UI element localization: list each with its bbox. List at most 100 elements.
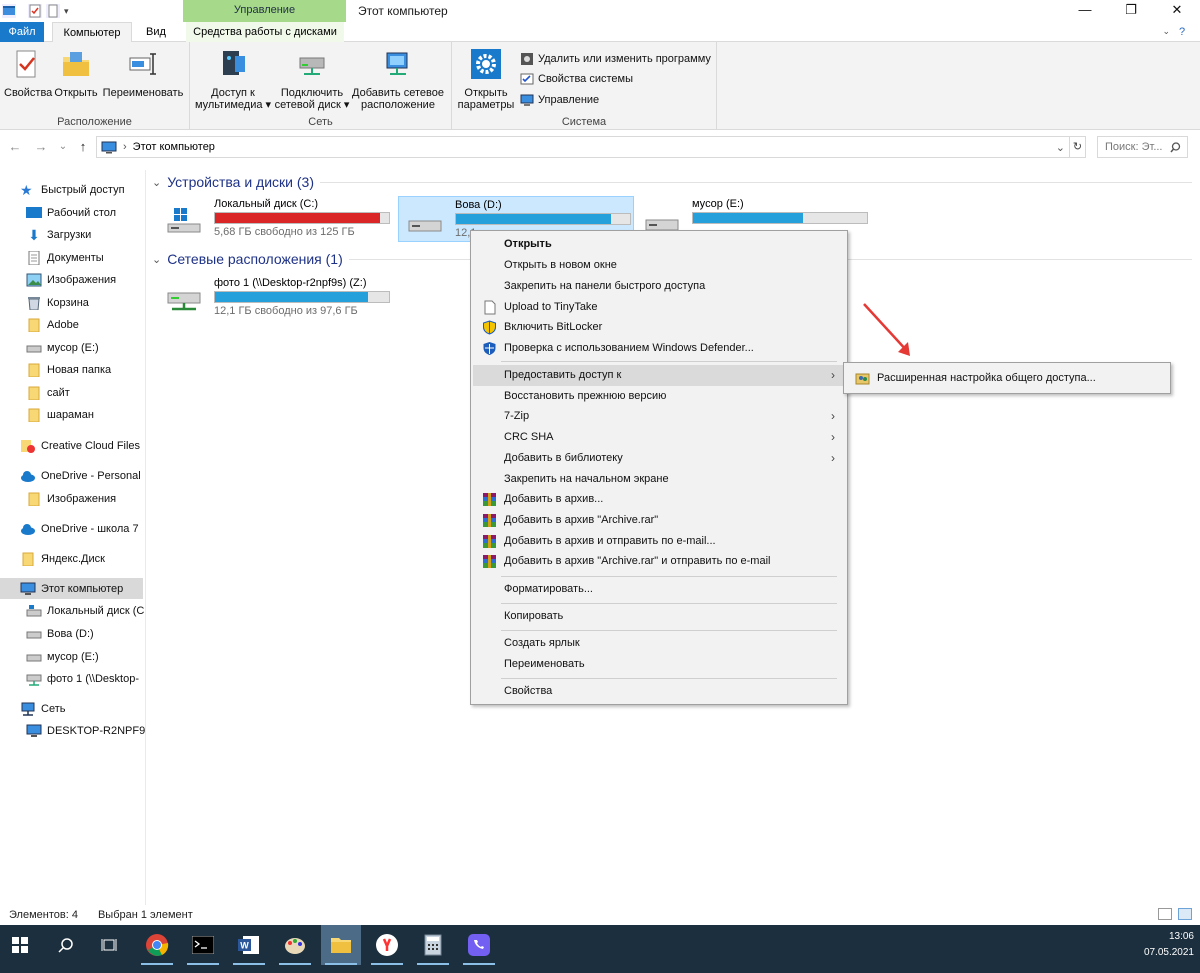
nav-onedrive-personal[interactable]: OneDrive - Personal <box>20 465 141 487</box>
drive-usage-fill <box>215 292 369 302</box>
system-clock[interactable]: 13:06 07.05.2021 <box>1144 929 1194 961</box>
search-taskbar-button[interactable] <box>46 925 86 965</box>
onedrive-cloud-icon <box>21 471 35 482</box>
manage-button[interactable]: Управление <box>520 93 599 107</box>
nav-creative-cloud[interactable]: Creative Cloud Files <box>20 435 140 457</box>
menu-add-library[interactable]: Добавить в библиотеку › <box>473 448 845 469</box>
menu-add-archive-rar-email[interactable]: Добавить в архив "Archive.rar" и отправи… <box>473 551 845 572</box>
nav-onedrive-school[interactable]: OneDrive - школа 7 <box>20 518 139 540</box>
add-network-location-button[interactable]: Добавить сетевое расположение <box>350 48 446 111</box>
details-view-icon[interactable] <box>1158 908 1172 920</box>
menu-properties[interactable]: Свойства <box>473 681 845 702</box>
chrome-taskbar-button[interactable] <box>137 925 177 965</box>
explorer-window-icon[interactable] <box>2 4 16 18</box>
paint-taskbar-button[interactable] <box>275 925 315 965</box>
nav-documents[interactable]: Документы 📌 <box>26 247 104 269</box>
menu-open-new-window[interactable]: Открыть в новом окне <box>473 255 845 276</box>
menu-pin-start[interactable]: Закрепить на начальном экране <box>473 469 845 490</box>
breadcrumb-this-pc[interactable]: Этот компьютер <box>133 141 215 153</box>
rename-button[interactable]: Переименовать <box>100 48 186 99</box>
tab-disk-tools[interactable]: Средства работы с дисками <box>186 22 344 42</box>
calculator-taskbar-button[interactable] <box>413 925 453 965</box>
nav-onedrive-pictures[interactable]: Изображения <box>26 488 116 510</box>
tab-computer[interactable]: Компьютер <box>52 22 132 43</box>
menu-format[interactable]: Форматировать... <box>473 579 845 600</box>
menu-pin-quick-access[interactable]: Закрепить на панели быстрого доступа <box>473 276 845 297</box>
menu-crc-sha[interactable]: CRC SHA › <box>473 427 845 448</box>
refresh-button[interactable]: ↻ <box>1069 136 1086 158</box>
forward-button[interactable]: → <box>32 137 50 157</box>
open-button[interactable]: Открыть <box>54 48 98 99</box>
menu-bitlocker[interactable]: Включить BitLocker <box>473 317 845 338</box>
open-settings-button[interactable]: Открыть параметры <box>456 48 516 111</box>
nav-musor[interactable]: мусор (E:) <box>26 337 99 359</box>
nav-vova-d[interactable]: Вова (D:) <box>26 623 94 645</box>
menu-windows-defender[interactable]: Проверка с использованием Windows Defend… <box>473 338 845 359</box>
up-button[interactable]: ↑ <box>74 137 92 157</box>
menu-add-archive[interactable]: Добавить в архив... <box>473 489 845 510</box>
menu-rename[interactable]: Переименовать <box>473 654 845 675</box>
minimize-button[interactable]: — <box>1062 0 1108 22</box>
menu-open[interactable]: Открыть <box>473 234 845 255</box>
uninstall-program-button[interactable]: Удалить или изменить программу <box>520 52 711 66</box>
menu-create-shortcut[interactable]: Создать ярлык <box>473 633 845 654</box>
start-button[interactable] <box>0 925 40 965</box>
nav-yandex-disk[interactable]: Яндекс.Диск <box>20 548 105 570</box>
tab-file[interactable]: Файл <box>0 22 44 42</box>
menu-copy[interactable]: Копировать <box>473 606 845 627</box>
menu-share-with[interactable]: Предоставить доступ к › <box>473 365 845 386</box>
computer-management-icon <box>520 94 534 106</box>
nav-this-pc[interactable]: Этот компьютер <box>0 578 143 599</box>
menu-upload-tinytake[interactable]: Upload to TinyTake <box>473 297 845 318</box>
nav-downloads[interactable]: ⬇ Загрузки 📌 <box>26 224 91 246</box>
drive-c[interactable]: Локальный диск (C:) 5,68 ГБ свободно из … <box>158 196 390 242</box>
nav-quick-access[interactable]: ★ Быстрый доступ <box>20 179 125 201</box>
nav-photo-z[interactable]: фото 1 (\\Desktop- <box>26 668 139 690</box>
nav-desktop[interactable]: Рабочий стол 📌 <box>26 202 116 224</box>
network-drive-z[interactable]: фото 1 (\\Desktop-r2npf9s) (Z:) 12,1 ГБ … <box>158 275 390 321</box>
customize-qat-icon[interactable]: ▾ <box>64 6 69 17</box>
nav-sharaman[interactable]: шараман <box>26 404 94 426</box>
taskbar: W 13:06 07.05.2021 <box>0 925 1200 973</box>
nav-network[interactable]: Сеть <box>20 698 65 720</box>
close-button[interactable]: ✕ <box>1154 0 1200 22</box>
map-drive-button[interactable]: Подключить сетевой диск ▾ <box>274 48 350 111</box>
menu-add-archive-rar[interactable]: Добавить в архив "Archive.rar" <box>473 510 845 531</box>
maximize-button[interactable]: ❐ <box>1108 0 1154 22</box>
back-button[interactable]: ← <box>6 137 24 157</box>
nav-adobe[interactable]: Adobe 📌 <box>26 314 79 336</box>
terminal-taskbar-button[interactable] <box>183 925 223 965</box>
menu-advanced-sharing[interactable]: Расширенная настройка общего доступа... <box>846 368 1168 389</box>
collapse-chevron-icon: ⌄ <box>152 176 162 189</box>
search-input[interactable]: Поиск: Эт... <box>1097 136 1188 158</box>
address-bar[interactable]: › Этот компьютер ⌄ <box>96 136 1070 158</box>
task-view-button[interactable] <box>90 925 130 965</box>
help-button[interactable]: ? <box>1174 22 1190 42</box>
system-properties-button[interactable]: Свойства системы <box>520 72 633 86</box>
new-folder-icon[interactable] <box>46 4 60 18</box>
recent-locations-button[interactable]: ⌄ <box>54 137 72 157</box>
section-devices[interactable]: ⌄ Устройства и диски (3) <box>152 174 1192 190</box>
menu-add-archive-email[interactable]: Добавить в архив и отправить по e-mail..… <box>473 531 845 552</box>
tab-view[interactable]: Вид <box>138 22 174 42</box>
nav-new-folder[interactable]: Новая папка <box>26 359 111 381</box>
large-icons-view-icon[interactable] <box>1178 908 1192 920</box>
menu-restore-previous[interactable]: Восстановить прежнюю версию <box>473 386 845 407</box>
yandex-browser-taskbar-button[interactable] <box>367 925 407 965</box>
nav-local-c[interactable]: Локальный диск (C <box>26 600 144 622</box>
nav-pictures[interactable]: Изображения 📌 <box>26 269 116 291</box>
address-dropdown-icon[interactable]: ⌄ <box>1056 141 1065 154</box>
defender-shield-icon <box>483 342 496 355</box>
viber-taskbar-button[interactable] <box>459 925 499 965</box>
nav-desktop-host[interactable]: DESKTOP-R2NPF9S <box>26 720 145 742</box>
nav-musor-e[interactable]: мусор (E:) <box>26 646 99 668</box>
menu-7zip[interactable]: 7-Zip › <box>473 406 845 427</box>
nav-recycle-bin[interactable]: Корзина 📌 <box>26 292 89 314</box>
media-access-button[interactable]: Доступ к мультимедиа ▾ <box>194 48 272 111</box>
properties-icon[interactable] <box>28 4 42 18</box>
word-taskbar-button[interactable]: W <box>229 925 269 965</box>
properties-button[interactable]: Свойства <box>4 48 52 99</box>
nav-site[interactable]: сайт <box>26 382 70 404</box>
expand-ribbon-icon[interactable]: ⌄ <box>1162 26 1170 37</box>
explorer-taskbar-button[interactable] <box>321 925 361 965</box>
